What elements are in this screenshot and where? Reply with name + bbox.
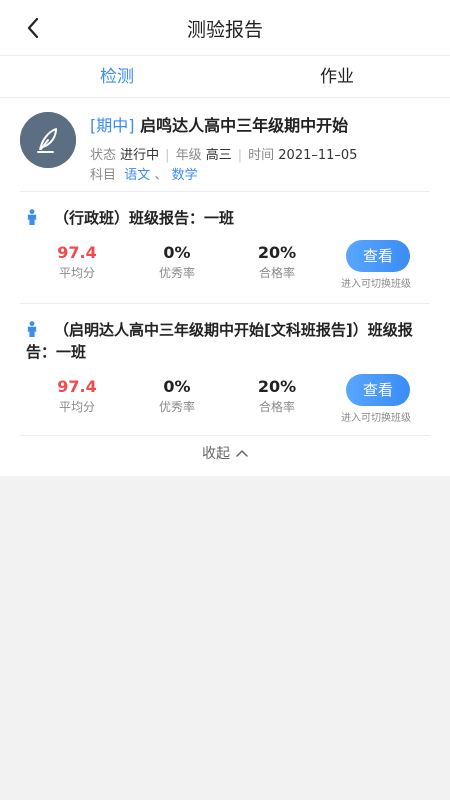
average-score-label: 平均分: [58, 400, 95, 414]
class-report-1: （行政班）班级报告：一班 97.4 平均分 0% 优秀率 20% 合格率 查看 …: [0, 191, 450, 303]
pass-rate-label: 合格率: [258, 400, 295, 414]
chevron-up-icon: [236, 450, 248, 457]
stat-pass: 20% 合格率: [237, 377, 317, 415]
time-value: 2021–11–05: [278, 148, 358, 163]
excellent-rate: 0%: [163, 377, 191, 396]
stat-average: 97.4 平均分: [37, 377, 117, 415]
view-report-button[interactable]: 查看: [346, 374, 410, 406]
header-bar: 测验报告: [0, 0, 450, 56]
view-report-hint: 进入可切换班级: [341, 413, 411, 424]
tab-test[interactable]: 检测: [57, 56, 177, 98]
status-value: 进行中: [120, 148, 160, 163]
tab-bar: 检测 作业: [0, 56, 450, 98]
view-report-hint: 进入可切换班级: [341, 279, 411, 290]
subject-separator: 、: [154, 168, 168, 183]
average-score: 97.4: [57, 243, 97, 262]
excellent-rate-label: 优秀率: [158, 266, 195, 280]
average-score-label: 平均分: [58, 266, 95, 280]
collapse-label: 收起: [202, 446, 230, 462]
pass-rate-label: 合格率: [258, 266, 295, 280]
meta-divider: |: [237, 148, 243, 163]
class-report-title-text: （行政班）班级报告：一班: [54, 209, 235, 227]
grade-value: 高三: [205, 148, 232, 163]
grade-label: 年级: [175, 148, 202, 163]
time-label: 时间: [248, 148, 275, 163]
person-icon: [26, 321, 38, 337]
person-icon: [26, 209, 38, 225]
class-report-2: （启明达人高中三年级期中开始[文科班报告]）班级报告：一班 97.4 平均分 0…: [0, 303, 450, 435]
stat-excellent: 0% 优秀率: [137, 377, 217, 415]
exam-avatar: [20, 112, 76, 168]
stat-average: 97.4 平均分: [37, 243, 117, 281]
subject-label: 科目: [90, 168, 117, 183]
excellent-rate: 0%: [163, 243, 191, 262]
class-report-title: （启明达人高中三年级期中开始[文科班报告]）班级报告：一班: [26, 319, 426, 363]
exam-title: [期中] 启鸣达人高中三年级期中开始: [90, 112, 348, 136]
exam-card: [期中] 启鸣达人高中三年级期中开始 状态 进行中 | 年级 高三 | 时间 2021–…: [0, 98, 450, 476]
subject-chinese[interactable]: 语文: [124, 168, 150, 183]
stat-excellent: 0% 优秀率: [137, 243, 217, 281]
subject-math[interactable]: 数学: [172, 168, 198, 183]
status-label: 状态: [90, 148, 117, 163]
class-report-title-text: （启明达人高中三年级期中开始[文科班报告]）班级报告：一班: [26, 321, 413, 361]
page-title: 测验报告: [186, 19, 263, 41]
quill-icon: [20, 112, 76, 168]
pass-rate: 20%: [257, 243, 297, 262]
average-score: 97.4: [57, 377, 97, 396]
excellent-rate-label: 优秀率: [158, 400, 195, 414]
collapse-button[interactable]: 收起: [0, 438, 450, 470]
exam-tag: [期中]: [90, 116, 135, 135]
pass-rate: 20%: [257, 377, 297, 396]
subject-row: 科目 语文 、 数学: [90, 164, 198, 183]
exam-name: 启鸣达人高中三年级期中开始: [140, 116, 349, 135]
view-report-button[interactable]: 查看: [346, 240, 410, 272]
stat-pass: 20% 合格率: [237, 243, 317, 281]
tab-homework[interactable]: 作业: [277, 56, 397, 98]
divider: [20, 435, 430, 436]
meta-divider: |: [165, 148, 170, 163]
class-report-title: （行政班）班级报告：一班: [26, 207, 426, 229]
exam-meta: 状态 进行中 | 年级 高三 | 时间 2021–11–05: [90, 144, 357, 163]
